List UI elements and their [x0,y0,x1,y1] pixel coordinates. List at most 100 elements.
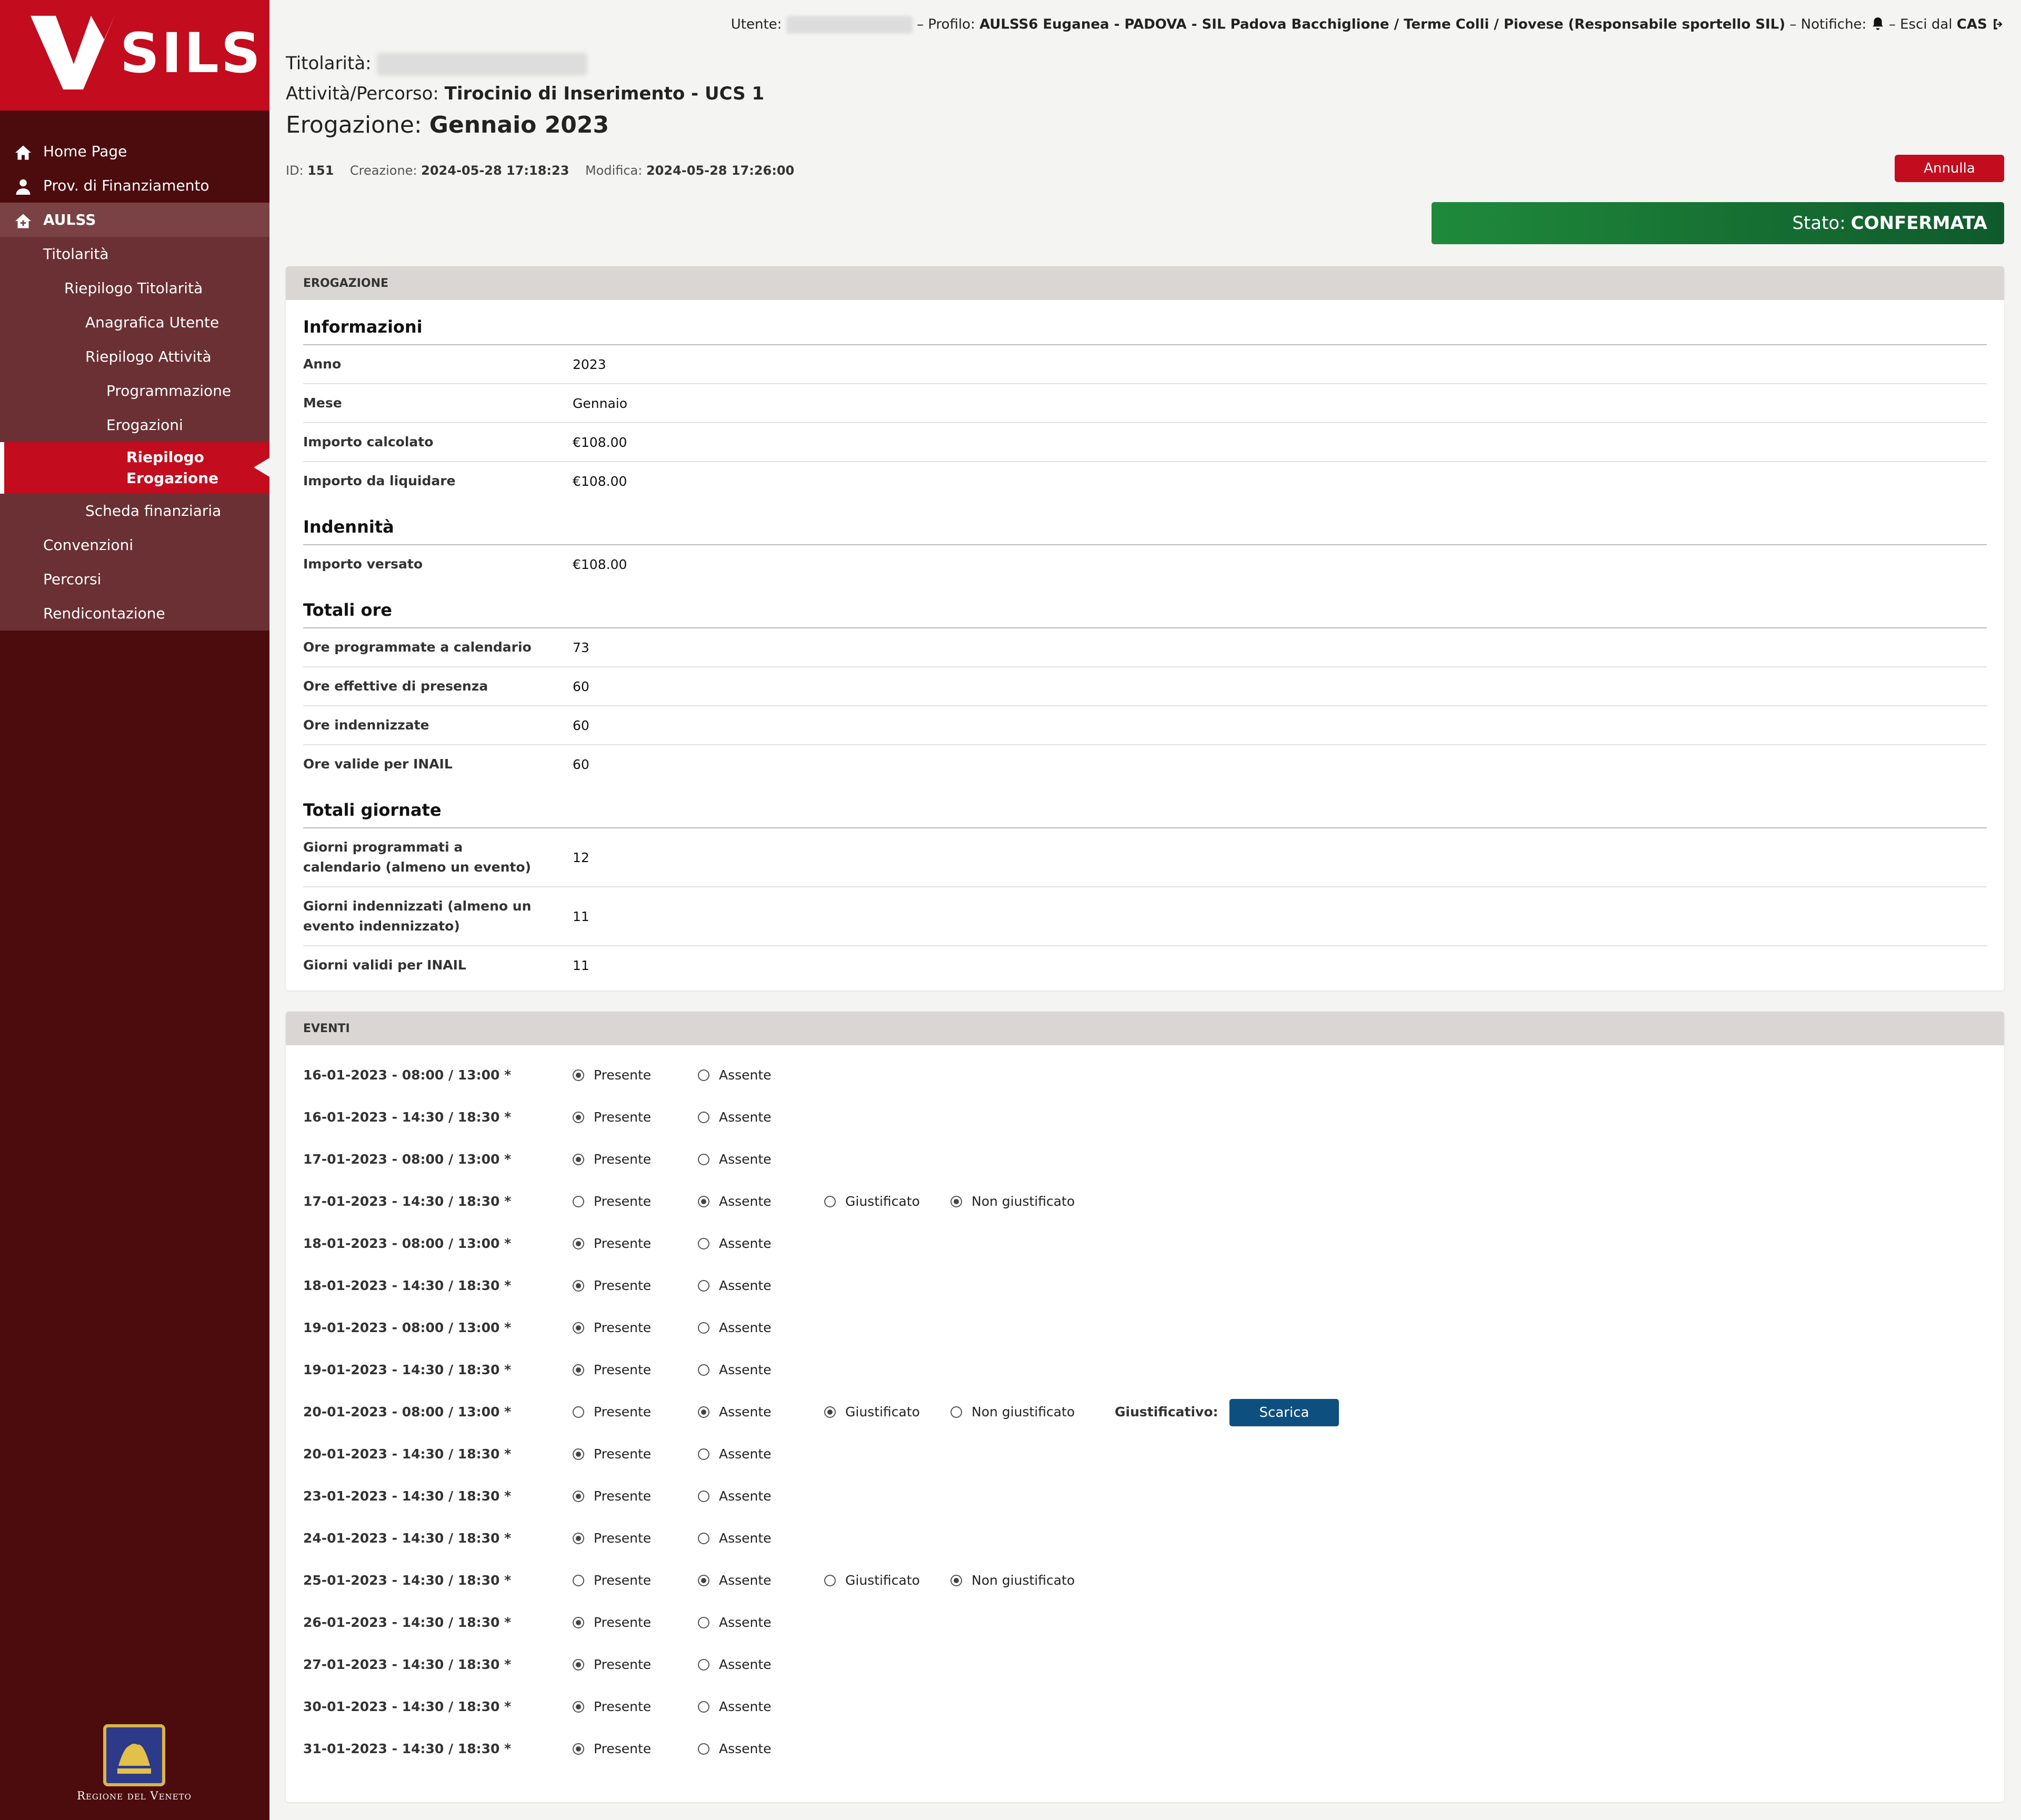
radio-icon[interactable] [698,1532,709,1544]
annulla-button[interactable]: Annulla [1895,155,2004,182]
presente-radio[interactable]: Presente [573,1741,651,1756]
assente-radio[interactable]: Assente [698,1531,772,1546]
profilo-value[interactable]: AULSS6 Euganea - PADOVA - SIL Padova Bac… [979,17,1785,33]
radio-icon[interactable] [824,1195,836,1207]
presente-radio[interactable]: Presente [573,1067,651,1083]
radio-icon[interactable] [573,1448,584,1460]
radio-icon[interactable] [698,1490,709,1502]
radio-icon[interactable] [698,1069,709,1081]
radio-icon[interactable] [951,1574,962,1586]
assente-radio[interactable]: Assente [698,1741,772,1756]
radio-icon[interactable] [698,1448,709,1460]
nav-erogazioni[interactable]: Erogazioni [0,408,269,442]
assente-radio[interactable]: Assente [698,1236,772,1251]
radio-icon[interactable] [573,1237,584,1249]
assente-radio[interactable]: Assente [698,1194,772,1209]
radio-icon[interactable] [573,1574,584,1586]
nav-programmazione[interactable]: Programmazione [0,374,269,408]
esci-label[interactable]: Esci dal [1900,17,1952,33]
radio-icon[interactable] [698,1322,709,1334]
radio-icon[interactable] [573,1743,584,1755]
nav-rendicontazione[interactable]: Rendicontazione [0,596,269,631]
giustificato-radio[interactable]: Giustificato [824,1194,920,1209]
radio-icon[interactable] [824,1574,836,1586]
non-giustificato-radio[interactable]: Non giustificato [951,1404,1075,1419]
nav-home-page[interactable]: Home Page [0,134,269,168]
presente-radio[interactable]: Presente [573,1152,651,1167]
presente-radio[interactable]: Presente [573,1531,651,1546]
giustificato-radio[interactable]: Giustificato [824,1573,920,1588]
radio-icon[interactable] [573,1616,584,1628]
radio-icon[interactable] [951,1406,962,1418]
radio-icon[interactable] [698,1574,709,1586]
radio-icon[interactable] [824,1406,836,1418]
presente-radio[interactable]: Presente [573,1615,651,1630]
presente-radio[interactable]: Presente [573,1446,651,1462]
logout-icon[interactable] [1992,17,2005,31]
assente-radio[interactable]: Assente [698,1278,772,1293]
nav-aulss[interactable]: AULSS [0,203,269,237]
nav-riepilogo-titolarita[interactable]: Riepilogo Titolarità [0,271,269,305]
radio-icon[interactable] [573,1701,584,1713]
assente-radio[interactable]: Assente [698,1488,772,1504]
assente-radio[interactable]: Assente [698,1699,772,1714]
radio-icon[interactable] [698,1111,709,1123]
nav-scheda-finanziaria[interactable]: Scheda finanziaria [0,494,269,528]
presente-radio[interactable]: Presente [573,1109,651,1125]
radio-icon[interactable] [698,1658,709,1671]
nav-prov-finanziamento[interactable]: Prov. di Finanziamento [0,168,269,203]
presente-radio[interactable]: Presente [573,1699,651,1714]
non-giustificato-radio[interactable]: Non giustificato [951,1194,1075,1209]
assente-radio[interactable]: Assente [698,1573,772,1588]
radio-icon[interactable] [573,1195,584,1207]
presente-radio[interactable]: Presente [573,1573,651,1588]
app-logo[interactable]: SILS [0,0,269,111]
radio-icon[interactable] [951,1195,962,1207]
nav-titolarita[interactable]: Titolarità [0,237,269,271]
assente-radio[interactable]: Assente [698,1657,772,1672]
presente-radio[interactable]: Presente [573,1488,651,1504]
radio-icon[interactable] [573,1111,584,1123]
nav-riepilogo-erogazione[interactable]: Riepilogo Erogazione [0,442,269,494]
radio-icon[interactable] [573,1490,584,1502]
presente-radio[interactable]: Presente [573,1657,651,1672]
assente-radio[interactable]: Assente [698,1404,772,1419]
assente-radio[interactable]: Assente [698,1152,772,1167]
radio-icon[interactable] [698,1743,709,1755]
esci-cas-value[interactable]: CAS [1957,17,1987,33]
radio-icon[interactable] [573,1279,584,1292]
presente-radio[interactable]: Presente [573,1194,651,1209]
bell-icon[interactable] [1871,16,1885,31]
radio-icon[interactable] [573,1364,584,1376]
scarica-button[interactable]: Scarica [1229,1399,1339,1426]
nav-convenzioni[interactable]: Convenzioni [0,528,269,562]
radio-icon[interactable] [698,1195,709,1207]
radio-icon[interactable] [573,1406,584,1418]
radio-icon[interactable] [698,1153,709,1165]
presente-radio[interactable]: Presente [573,1320,651,1335]
non-giustificato-radio[interactable]: Non giustificato [951,1573,1075,1588]
radio-icon[interactable] [573,1153,584,1165]
nav-anagrafica-utente[interactable]: Anagrafica Utente [0,305,269,339]
radio-icon[interactable] [698,1616,709,1628]
nav-percorsi[interactable]: Percorsi [0,562,269,596]
presente-radio[interactable]: Presente [573,1404,651,1419]
radio-icon[interactable] [573,1069,584,1081]
radio-icon[interactable] [698,1237,709,1249]
assente-radio[interactable]: Assente [698,1320,772,1335]
giustificato-radio[interactable]: Giustificato [824,1404,920,1419]
presente-radio[interactable]: Presente [573,1236,651,1251]
presente-radio[interactable]: Presente [573,1362,651,1377]
presente-radio[interactable]: Presente [573,1278,651,1293]
radio-icon[interactable] [698,1279,709,1292]
radio-icon[interactable] [698,1701,709,1713]
assente-radio[interactable]: Assente [698,1362,772,1377]
radio-icon[interactable] [573,1658,584,1671]
nav-riepilogo-attivita[interactable]: Riepilogo Attività [0,339,269,374]
assente-radio[interactable]: Assente [698,1109,772,1125]
assente-radio[interactable]: Assente [698,1446,772,1462]
radio-icon[interactable] [698,1406,709,1418]
assente-radio[interactable]: Assente [698,1615,772,1630]
radio-icon[interactable] [573,1322,584,1334]
radio-icon[interactable] [698,1364,709,1376]
